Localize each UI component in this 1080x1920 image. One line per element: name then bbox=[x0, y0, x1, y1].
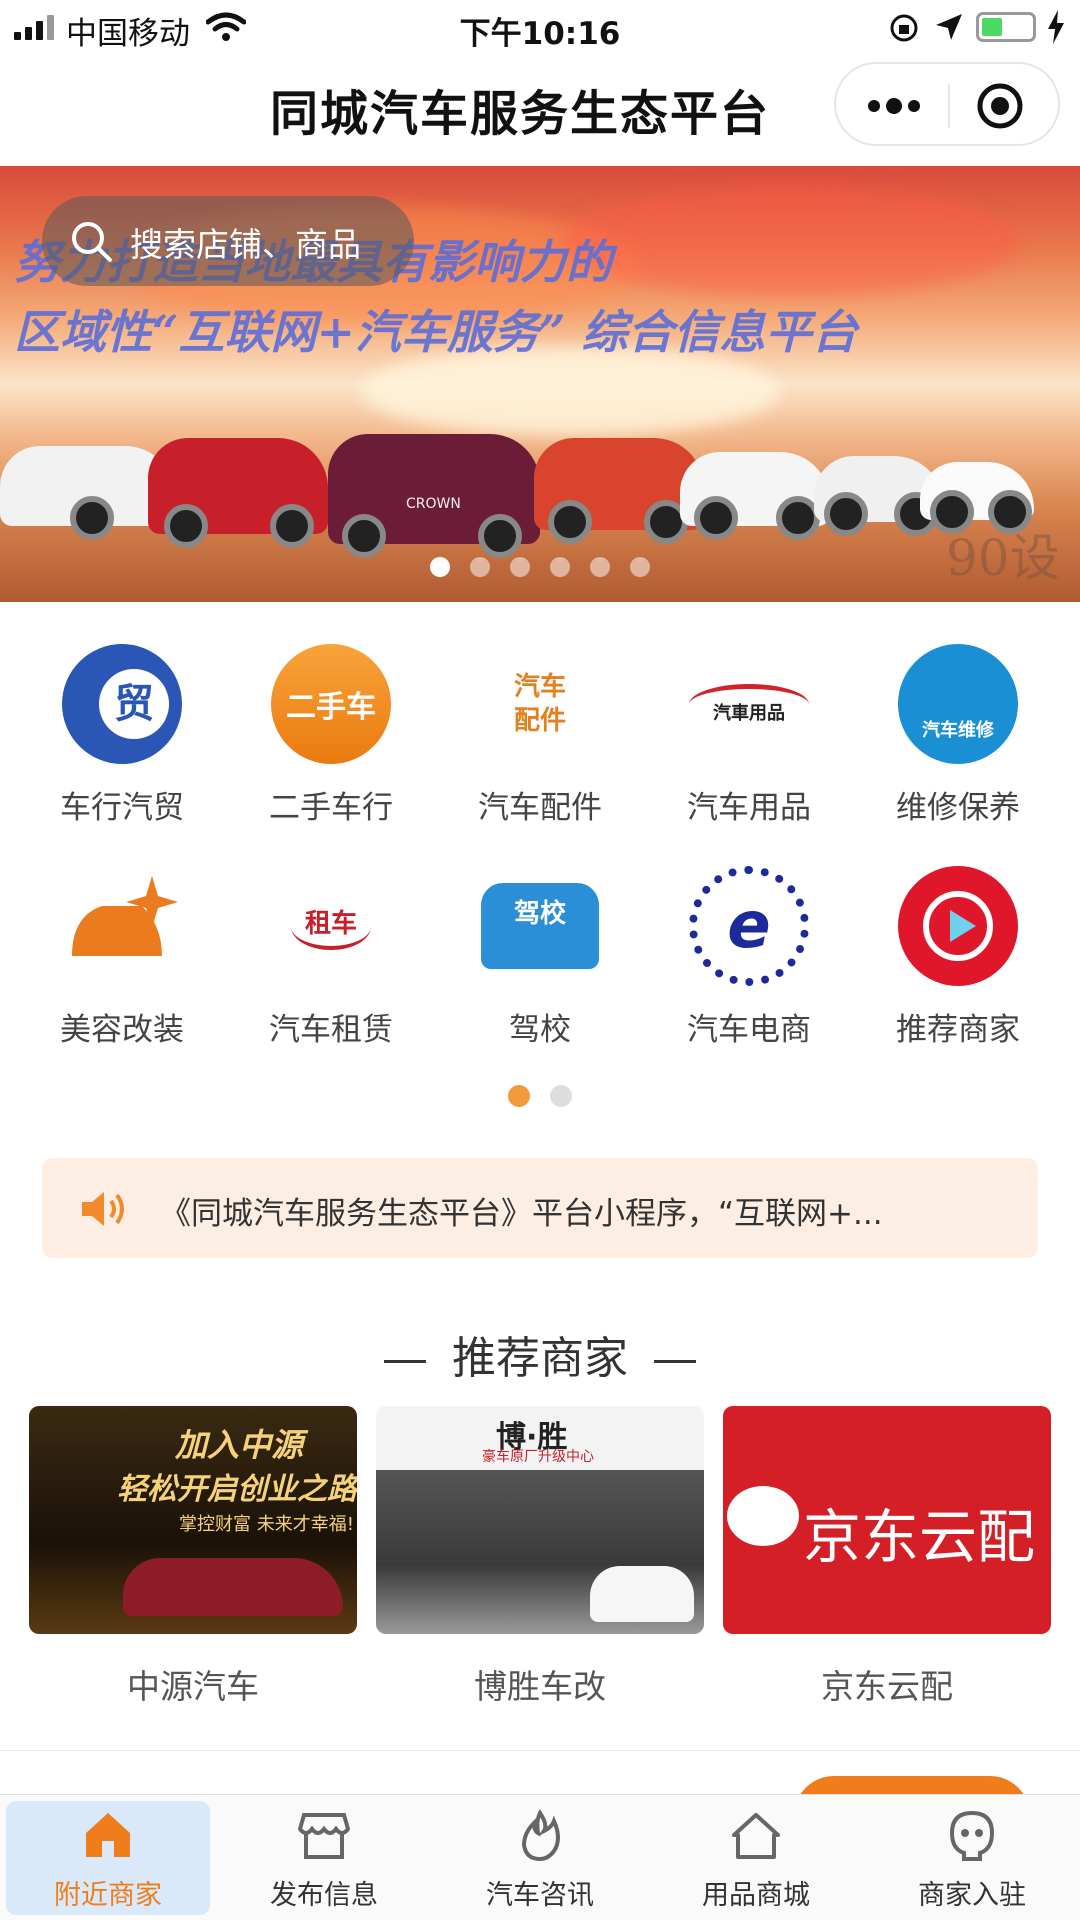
section-title-text: 推荐商家 bbox=[452, 1333, 628, 1384]
play-icon bbox=[898, 866, 1018, 986]
merchant-car bbox=[590, 1566, 694, 1622]
status-bar: 中国移动 下午10:16 bbox=[0, 0, 1080, 56]
tab-bar: 附近商家 发布信息 汽车咨讯 用品商城 商家入驻 bbox=[0, 1794, 1080, 1920]
used-car-icon: 二手车 bbox=[271, 644, 391, 764]
beauty-icon bbox=[62, 866, 182, 986]
category-repair[interactable]: 汽车维修 维修保养 bbox=[853, 644, 1063, 844]
title-dash-right bbox=[654, 1359, 696, 1363]
merchant-banner-text: 加入中源 bbox=[175, 1426, 304, 1464]
section-divider bbox=[0, 1750, 1080, 1751]
category-recommend[interactable]: 推荐商家 bbox=[853, 866, 1063, 1066]
store-icon bbox=[298, 1813, 350, 1859]
location-icon bbox=[936, 14, 962, 40]
search-bar[interactable]: 搜索店铺、商品 bbox=[42, 196, 414, 286]
tab-join[interactable]: 商家入驻 bbox=[870, 1801, 1074, 1915]
banner-carousel[interactable]: 努力打造当地最具有影响力的 区域性“互联网+汽车服务” 综合信息平台 CROWN… bbox=[0, 166, 1080, 602]
merchant-name[interactable]: 京东云配 bbox=[723, 1660, 1051, 1708]
tab-label: 商家入驻 bbox=[918, 1880, 1026, 1911]
more-icon[interactable] bbox=[866, 94, 922, 118]
banner-dot[interactable] bbox=[630, 557, 650, 577]
section-title: 推荐商家 bbox=[0, 1322, 1080, 1386]
house-icon bbox=[732, 1813, 780, 1859]
merchant-name[interactable]: 博胜车改 bbox=[376, 1660, 704, 1708]
tab-label: 汽车咨讯 bbox=[486, 1880, 594, 1911]
category-rental[interactable]: 租车 汽车租赁 bbox=[226, 866, 436, 1066]
notice-bar[interactable]: 《同城汽车服务生态平台》平台小程序，“互联网+... bbox=[42, 1158, 1038, 1258]
category-label: 二手车行 bbox=[269, 790, 393, 826]
banner-car: CROWN bbox=[328, 434, 540, 558]
banner-car bbox=[534, 438, 704, 544]
trade-icon: 贸 bbox=[62, 644, 182, 764]
page-title: 同城汽车服务生态平台 bbox=[270, 86, 771, 142]
face-icon bbox=[949, 1810, 995, 1861]
driving-school-icon: 驾校 bbox=[480, 866, 600, 986]
tab-label: 发布信息 bbox=[270, 1880, 378, 1911]
merchant-banner-text: 豪车原厂升级中心 bbox=[482, 1449, 594, 1465]
nav-header: 同城汽车服务生态平台 bbox=[0, 56, 1080, 166]
category-label: 汽车电商 bbox=[687, 1012, 811, 1048]
category-page-dot[interactable] bbox=[550, 1085, 572, 1107]
notice-text: 《同城汽车服务生态平台》平台小程序，“互联网+... bbox=[160, 1196, 883, 1232]
merchant-banner-text: 轻松开启创业之路 bbox=[117, 1472, 357, 1507]
title-dash-left bbox=[384, 1359, 426, 1363]
car-badge: CROWN bbox=[406, 496, 461, 512]
category-label: 推荐商家 bbox=[896, 1012, 1020, 1048]
capsule-divider bbox=[948, 84, 950, 128]
jd-dog-icon bbox=[727, 1486, 799, 1546]
banner-dot[interactable] bbox=[510, 557, 530, 577]
category-label: 汽车用品 bbox=[687, 790, 811, 826]
ecommerce-icon: e bbox=[689, 866, 809, 986]
banner-car bbox=[148, 438, 328, 548]
speaker-icon bbox=[82, 1192, 124, 1226]
tab-label: 附近商家 bbox=[54, 1880, 162, 1911]
close-target-icon[interactable] bbox=[976, 82, 1024, 130]
charging-icon bbox=[1048, 10, 1064, 44]
banner-dot[interactable] bbox=[590, 557, 610, 577]
category-ecommerce[interactable]: e 汽车电商 bbox=[644, 866, 854, 1066]
tab-publish[interactable]: 发布信息 bbox=[222, 1801, 426, 1915]
tab-label: 用品商城 bbox=[702, 1880, 810, 1911]
category-label: 维修保养 bbox=[896, 790, 1020, 826]
category-label: 车行汽贸 bbox=[60, 790, 184, 826]
category-supplies[interactable]: 汽車用品 汽车用品 bbox=[644, 644, 854, 844]
supplies-icon: 汽車用品 bbox=[689, 644, 809, 764]
merchant-name[interactable]: 中源汽车 bbox=[29, 1660, 357, 1708]
parts-icon: 汽车 配件 bbox=[480, 644, 600, 764]
rental-icon: 租车 bbox=[271, 866, 391, 986]
banner-slogan-line2: 区域性“互联网+汽车服务” 综合信息平台 bbox=[14, 305, 858, 359]
category-label: 汽车租赁 bbox=[269, 1012, 393, 1048]
banner-car bbox=[920, 462, 1034, 534]
banner-dot[interactable] bbox=[470, 557, 490, 577]
banner-dot[interactable] bbox=[550, 557, 570, 577]
category-label: 驾校 bbox=[509, 1012, 571, 1048]
search-placeholder: 搜索店铺、商品 bbox=[130, 225, 361, 264]
battery-icon bbox=[976, 12, 1036, 42]
flame-icon bbox=[521, 1809, 560, 1861]
category-beauty[interactable]: 美容改装 bbox=[17, 866, 227, 1066]
merchant-car bbox=[123, 1558, 343, 1616]
category-parts[interactable]: 汽车 配件 汽车配件 bbox=[435, 644, 645, 844]
category-label: 美容改装 bbox=[60, 1012, 184, 1048]
search-icon bbox=[72, 222, 112, 262]
category-page-dot[interactable] bbox=[508, 1085, 530, 1107]
tab-nearby[interactable]: 附近商家 bbox=[6, 1801, 210, 1915]
merchant-banner-text: 掌控财富 未来才幸福! bbox=[179, 1514, 354, 1535]
tab-news[interactable]: 汽车咨讯 bbox=[438, 1801, 642, 1915]
repair-icon: 汽车维修 bbox=[898, 644, 1018, 764]
category-trade[interactable]: 贸 车行汽贸 bbox=[17, 644, 227, 844]
merchant-card-image[interactable]: 京东云配 bbox=[723, 1406, 1051, 1634]
category-used-car[interactable]: 二手车 二手车行 bbox=[226, 644, 436, 844]
category-driving-school[interactable]: 驾校 驾校 bbox=[435, 866, 645, 1066]
banner-dot[interactable] bbox=[430, 557, 450, 577]
mini-program-capsule bbox=[834, 62, 1060, 146]
banner-indicator bbox=[0, 557, 1080, 581]
home-icon bbox=[86, 1813, 130, 1857]
merchant-banner-text: 京东云配 bbox=[803, 1503, 1036, 1571]
merchant-card-image[interactable]: 博·胜 豪车原厂升级中心 bbox=[376, 1406, 704, 1634]
tab-shop[interactable]: 用品商城 bbox=[654, 1801, 858, 1915]
rotation-lock-icon bbox=[890, 14, 918, 42]
category-label: 汽车配件 bbox=[478, 790, 602, 826]
merchant-card-image[interactable]: 加入中源 轻松开启创业之路 掌控财富 未来才幸福! bbox=[29, 1406, 357, 1634]
banner-car bbox=[680, 452, 830, 540]
